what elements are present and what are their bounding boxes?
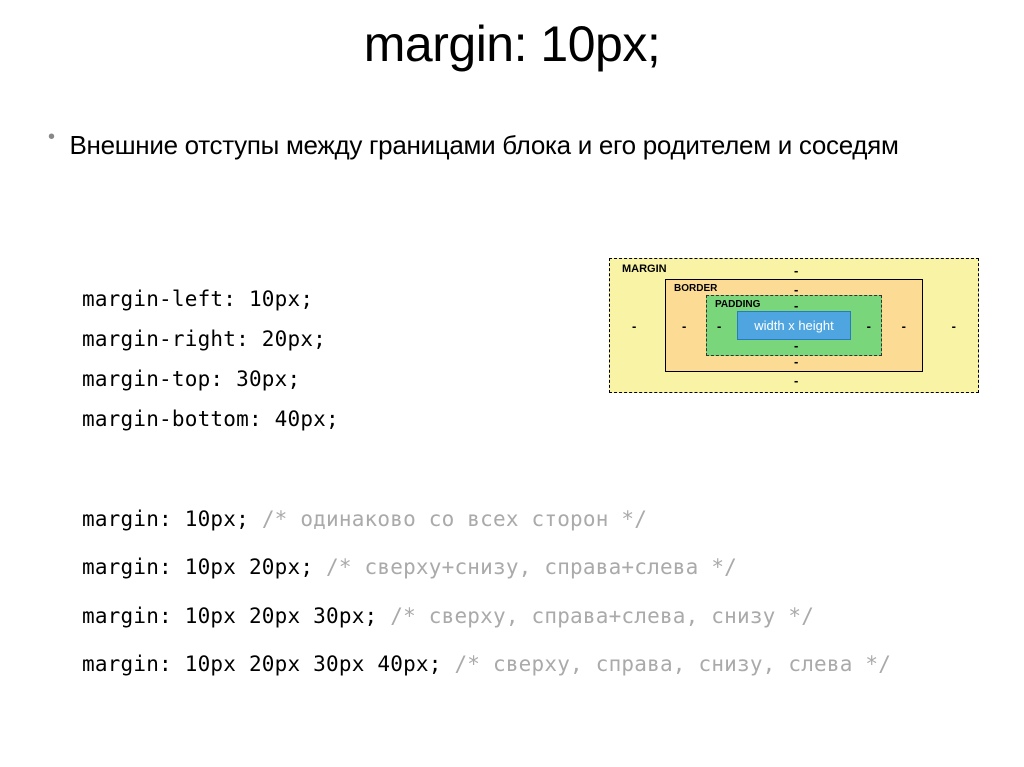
- description-row: • Внешние отступы между границами блока …: [0, 128, 1024, 163]
- description-text: Внешние отступы между границами блока и …: [69, 128, 898, 163]
- page-title: margin: 10px;: [0, 0, 1024, 73]
- margin-label: margin: [622, 263, 667, 275]
- shorthand-code: margin: 10px; /* одинаково со всех сторо…: [82, 495, 891, 688]
- border-layer: border - - - - padding - - - - width x h…: [665, 279, 923, 372]
- code-comment: /* сверху+снизу, справа+слева */: [326, 555, 737, 579]
- dash-icon: -: [952, 318, 956, 333]
- dash-icon: -: [682, 318, 686, 333]
- code-text: margin: 10px 20px;: [82, 555, 313, 579]
- dash-icon: -: [867, 318, 871, 333]
- padding-label: padding: [715, 299, 760, 310]
- code-line: margin: 10px 20px; /* сверху+снизу, спра…: [82, 543, 891, 591]
- dash-icon: -: [794, 298, 798, 313]
- code-line: margin: 10px 20px 30px 40px; /* сверху, …: [82, 640, 891, 688]
- code-line: margin-top: 30px;: [82, 360, 339, 400]
- code-line: margin-left: 10px;: [82, 280, 339, 320]
- dash-icon: -: [794, 263, 798, 278]
- code-line: margin-right: 20px;: [82, 320, 339, 360]
- margin-layer: margin - - - - border - - - - padding - …: [609, 258, 979, 393]
- dash-icon: -: [902, 318, 906, 333]
- dash-icon: -: [794, 354, 798, 369]
- dash-icon: -: [794, 373, 798, 388]
- code-line: margin: 10px 20px 30px; /* сверху, справ…: [82, 592, 891, 640]
- border-label: border: [674, 283, 717, 294]
- code-text: margin: 10px 20px 30px;: [82, 604, 377, 628]
- code-line: margin: 10px; /* одинаково со всех сторо…: [82, 495, 891, 543]
- code-text: margin: 10px;: [82, 507, 249, 531]
- code-line: margin-bottom: 40px;: [82, 400, 339, 440]
- dash-icon: -: [632, 318, 636, 333]
- padding-layer: padding - - - - width x height: [706, 295, 882, 356]
- dash-icon: -: [794, 338, 798, 353]
- dash-icon: -: [717, 318, 721, 333]
- code-comment: /* сверху, справа+слева, снизу */: [390, 604, 814, 628]
- bullet-icon: •: [48, 126, 55, 149]
- box-model-diagram: margin - - - - border - - - - padding - …: [609, 258, 979, 393]
- longhand-code: margin-left: 10px; margin-right: 20px; m…: [82, 280, 339, 440]
- code-text: margin: 10px 20px 30px 40px;: [82, 652, 442, 676]
- code-comment: /* сверху, справа, снизу, слева */: [454, 652, 891, 676]
- code-comment: /* одинаково со всех сторон */: [262, 507, 647, 531]
- content-layer: width x height: [737, 311, 851, 340]
